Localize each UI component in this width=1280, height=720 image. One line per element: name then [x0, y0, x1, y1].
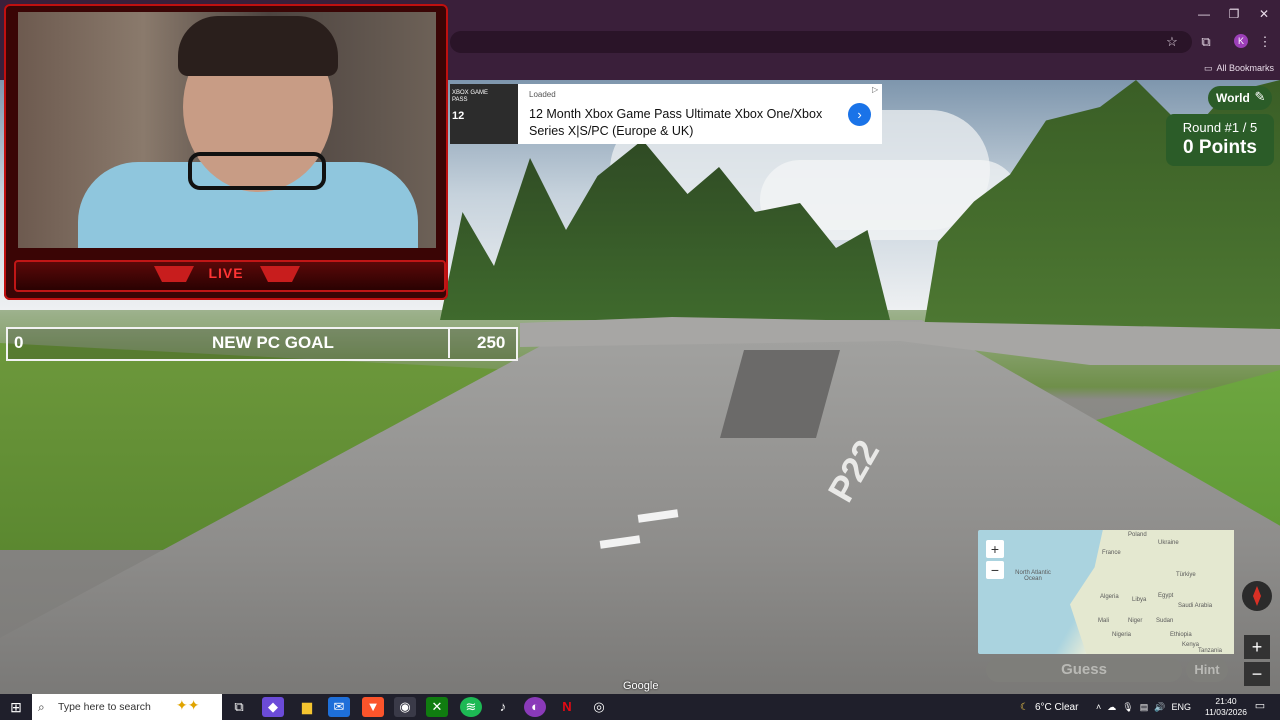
- map-label: Türkiye: [1176, 572, 1196, 578]
- streamer-glasses: [188, 152, 326, 190]
- cloud-icon[interactable]: ☁: [1107, 702, 1116, 713]
- map-zoom-out-button[interactable]: −: [986, 561, 1004, 579]
- map-label: Niger: [1128, 618, 1143, 624]
- mail-icon[interactable]: ✉: [328, 697, 350, 717]
- map-label: France: [1102, 550, 1121, 556]
- goal-divider: [448, 328, 450, 358]
- map-label: Tanzania: [1198, 648, 1223, 654]
- all-bookmarks-label: All Bookmarks: [1216, 63, 1275, 73]
- windows-start-icon[interactable]: ⊞: [0, 694, 32, 720]
- hint-button[interactable]: Hint: [1186, 658, 1228, 682]
- ad-thumbnail-number: 12: [452, 110, 465, 122]
- goal-start-value: 0: [14, 333, 24, 352]
- ad-choices-icon[interactable]: ▷: [872, 85, 878, 94]
- tiktok-icon[interactable]: ♪: [492, 697, 514, 717]
- clock-time: 21:40: [1215, 696, 1237, 706]
- copilot-icon[interactable]: ◆: [262, 697, 284, 717]
- ad-title[interactable]: 12 Month Xbox Game Pass Ultimate Xbox On…: [529, 106, 829, 140]
- search-placeholder: Type here to search: [58, 701, 151, 713]
- map-label: Ethiopia: [1170, 632, 1192, 638]
- chrome-icon[interactable]: ◉: [394, 697, 416, 717]
- brave-icon[interactable]: ▼: [362, 697, 384, 717]
- chevron-right-icon[interactable]: ›: [848, 103, 871, 126]
- round-counter: Round #1 / 5: [1182, 120, 1258, 135]
- ad-status: Loaded: [529, 90, 556, 99]
- restore-button[interactable]: ❐: [1226, 6, 1242, 22]
- map-label: Kenya: [1182, 642, 1200, 648]
- google-attribution: Google: [623, 680, 659, 692]
- map-label: Saudi Arabia: [1178, 603, 1213, 609]
- map-label: Mali: [1098, 618, 1110, 624]
- file-explorer-icon[interactable]: ▆: [296, 697, 318, 717]
- xbox-icon[interactable]: ✕: [426, 697, 448, 717]
- close-button[interactable]: ✕: [1256, 6, 1272, 22]
- map-label: Libya: [1132, 597, 1147, 603]
- spotify-icon[interactable]: ≋: [460, 697, 482, 717]
- points-counter: 0 Points: [1183, 137, 1257, 158]
- live-label: LIVE: [208, 265, 244, 281]
- map-zoom-in-button[interactable]: +: [986, 540, 1004, 558]
- map-label: Ukraine: [1158, 540, 1179, 546]
- map-label: Egypt: [1158, 593, 1174, 599]
- map-label: Algeria: [1100, 594, 1119, 600]
- map-label: Nigeria: [1112, 632, 1132, 638]
- folder-icon: ▭: [1204, 63, 1213, 73]
- street-zoom-out-button[interactable]: −: [1244, 662, 1270, 686]
- chevron-up-icon[interactable]: ˄: [1096, 702, 1101, 712]
- streamer-hair: [178, 16, 338, 76]
- all-bookmarks-button[interactable]: ▭ All Bookmarks: [1204, 60, 1274, 76]
- goal-title: NEW PC GOAL: [212, 333, 334, 352]
- moon-icon: ☾: [1020, 701, 1029, 713]
- map-label: Sudan: [1156, 618, 1174, 624]
- minimize-button[interactable]: —: [1196, 6, 1212, 22]
- street-zoom-in-button[interactable]: +: [1244, 635, 1270, 659]
- weather-widget[interactable]: ☾ 6°C Clear: [1020, 694, 1078, 720]
- system-tray[interactable]: ˄ ☁ 🎙 ▤ 🔊 ENG: [1096, 694, 1191, 720]
- puzzle-icon[interactable]: ⧉: [1197, 33, 1215, 51]
- language-indicator[interactable]: ENG: [1171, 702, 1191, 712]
- star-icon[interactable]: ☆: [1163, 33, 1181, 51]
- kebab-icon[interactable]: ⋮: [1256, 33, 1274, 51]
- task-view-icon[interactable]: ⧉: [228, 697, 250, 717]
- clock-date: 11/03/2026: [1205, 707, 1247, 717]
- goal-end-value: 250: [477, 333, 506, 352]
- microphone-icon[interactable]: 🎙: [1122, 702, 1133, 713]
- webcam-feed: [18, 12, 436, 248]
- map-label: North Atlantic Ocean: [1015, 570, 1051, 582]
- netflix-icon[interactable]: N: [556, 697, 578, 717]
- map-label: Poland: [1128, 532, 1147, 538]
- obs-icon[interactable]: ◎: [588, 697, 610, 717]
- pencil-icon[interactable]: ✎: [1252, 89, 1268, 105]
- messenger-icon[interactable]: ◐: [524, 697, 546, 717]
- sparkle-icon: ✦✦: [176, 697, 200, 713]
- clock[interactable]: 21:40 11/03/2026: [1200, 696, 1252, 718]
- notification-icon[interactable]: ▭: [1252, 697, 1268, 715]
- address-bar[interactable]: [450, 31, 1192, 53]
- guess-button[interactable]: Guess: [986, 658, 1182, 682]
- volume-icon[interactable]: 🔊: [1154, 702, 1165, 713]
- profile-avatar[interactable]: K: [1234, 34, 1248, 48]
- network-icon[interactable]: ▤: [1140, 702, 1149, 713]
- ad-thumbnail-label: XBOX GAME PASS: [452, 90, 489, 103]
- search-icon: ⌕: [38, 700, 45, 714]
- weather-label: 6°C Clear: [1034, 701, 1079, 713]
